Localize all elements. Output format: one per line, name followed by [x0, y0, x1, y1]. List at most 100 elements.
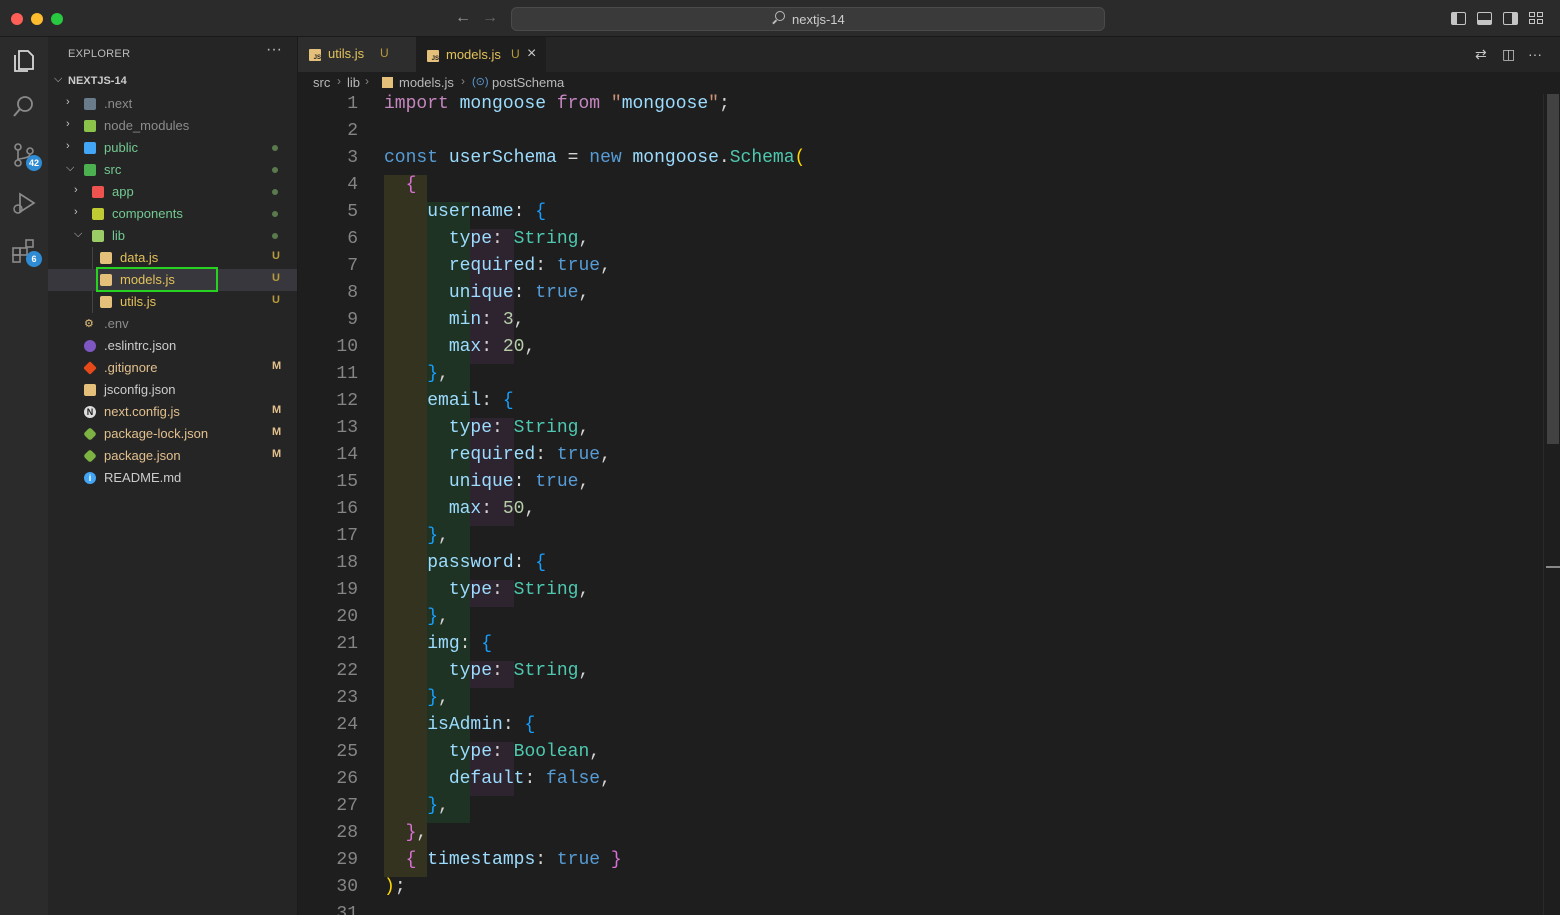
tab-status: U — [511, 47, 520, 61]
tab-models-js[interactable]: JS models.js U × — [416, 37, 546, 72]
tree-item-components[interactable]: › components — [48, 203, 297, 225]
breadcrumb-symbol[interactable]: postSchema — [492, 75, 564, 90]
line-number: 6 — [347, 229, 358, 249]
extensions-icon[interactable]: 6 — [10, 237, 42, 267]
tree-item-src[interactable]: ⌵ src — [48, 159, 297, 181]
env-file-icon: ⚙ — [84, 318, 94, 330]
chevron-down-icon: ⌵ — [74, 228, 83, 240]
open-changes-icon[interactable]: ⇄ — [1475, 46, 1487, 63]
title-bar: ← → nextjs-14 — [0, 0, 1560, 37]
lib-folder-icon — [92, 230, 104, 242]
line-number: 9 — [347, 310, 358, 330]
tree-item-package-lock[interactable]: package-lock.json M — [48, 423, 297, 445]
code-editor[interactable]: 1 import mongoose from "mongoose"; 2 3 const… — [298, 94, 1543, 915]
tree-item-label: package-lock.json — [104, 426, 209, 441]
split-editor-icon[interactable]: ◫ — [1502, 46, 1515, 63]
explorer-more-icon[interactable]: ··· — [266, 41, 282, 59]
line-number: 26 — [336, 769, 358, 789]
line-number: 27 — [336, 796, 358, 816]
run-debug-icon[interactable] — [10, 189, 38, 217]
tree-item-public[interactable]: › public — [48, 137, 297, 159]
tree-item-eslintrc[interactable]: .eslintrc.json — [48, 335, 297, 357]
line-number: 16 — [336, 499, 358, 519]
customize-layout-icon[interactable] — [1529, 12, 1544, 25]
chevron-right-icon: › — [74, 206, 78, 218]
scrollbar-thumb[interactable] — [1547, 94, 1559, 444]
tab-utils-js[interactable]: JS utils.js U — [298, 37, 416, 72]
code-line: required: true, — [448, 445, 611, 465]
tree-item-readme[interactable]: i README.md — [48, 467, 297, 489]
back-arrow-icon[interactable]: ← — [455, 9, 471, 27]
tree-item-label: app — [112, 184, 134, 199]
maximize-window-button[interactable] — [51, 13, 63, 25]
tree-item-label: jsconfig.json — [104, 382, 176, 397]
tree-item-models-js[interactable]: models.js U — [48, 269, 297, 291]
tree-item-utils-js[interactable]: utils.js U — [48, 291, 297, 313]
tree-item-label: lib — [112, 228, 126, 243]
editor-scrollbar[interactable] — [1543, 94, 1560, 915]
chevron-right-icon: › — [461, 74, 465, 88]
command-center-search[interactable]: nextjs-14 — [511, 7, 1105, 31]
tree-item-env[interactable]: ⚙ .env — [48, 313, 297, 335]
toggle-primary-sidebar-icon[interactable] — [1451, 12, 1466, 25]
minimize-window-button[interactable] — [31, 13, 43, 25]
tree-root-folder[interactable]: ⌵ NEXTJS-14 — [48, 70, 297, 92]
tree-item-data-js[interactable]: data.js U — [48, 247, 297, 269]
tree-item-label: .eslintrc.json — [104, 338, 177, 353]
line-number: 28 — [336, 823, 358, 843]
source-control-icon[interactable]: 42 — [10, 141, 42, 171]
line-number: 3 — [347, 148, 358, 168]
explorer-icon[interactable] — [10, 47, 38, 75]
line-number: 8 — [347, 283, 358, 303]
line-number: 12 — [336, 391, 358, 411]
toggle-panel-icon[interactable] — [1477, 12, 1492, 25]
tree-item-jsconfig[interactable]: jsconfig.json — [48, 379, 297, 401]
chevron-right-icon: › — [365, 74, 369, 88]
tree-item-next[interactable]: › .next — [48, 93, 297, 115]
close-icon[interactable]: × — [527, 45, 536, 63]
code-line: }, — [427, 796, 449, 816]
code-line: min: 3, — [448, 310, 525, 330]
code-line: { — [405, 175, 417, 195]
editor-tabs: JS utils.js U JS models.js U × ⇄ ◫ ··· — [298, 37, 1560, 72]
tree-item-lib[interactable]: ⌵ lib — [48, 225, 297, 247]
tree-item-app[interactable]: › app — [48, 181, 297, 203]
close-window-button[interactable] — [11, 13, 23, 25]
tree-item-gitignore[interactable]: .gitignore M — [48, 357, 297, 379]
tree-item-node-modules[interactable]: › node_modules — [48, 115, 297, 137]
scrollbar-cursor-marker — [1546, 566, 1560, 568]
git-icon — [83, 361, 97, 375]
public-folder-icon — [84, 142, 96, 154]
code-line: const userSchema = new mongoose.Schema( — [384, 148, 806, 168]
js-file-icon — [100, 252, 112, 264]
tree-item-label: README.md — [104, 470, 182, 485]
line-number: 20 — [336, 607, 358, 627]
line-number: 21 — [336, 634, 358, 654]
npm-icon — [83, 427, 97, 441]
toggle-secondary-sidebar-icon[interactable] — [1503, 12, 1518, 25]
tree-item-next-config[interactable]: N next.config.js M — [48, 401, 297, 423]
more-actions-icon[interactable]: ··· — [1528, 46, 1542, 62]
code-line: password: { — [427, 553, 547, 573]
forward-arrow-icon[interactable]: → — [482, 9, 498, 27]
src-folder-icon — [84, 164, 96, 176]
breadcrumb-file[interactable]: models.js — [399, 75, 454, 90]
js-file-icon — [100, 296, 112, 308]
npm-icon — [83, 449, 97, 463]
breadcrumb-src[interactable]: src — [313, 75, 330, 90]
app-folder-icon — [92, 186, 104, 198]
modified-dot-icon — [272, 189, 278, 195]
search-icon[interactable] — [10, 93, 38, 121]
line-number: 5 — [347, 202, 358, 222]
tree-item-label: data.js — [120, 250, 159, 265]
nextjs-icon: N — [84, 406, 96, 418]
tab-status: U — [380, 46, 389, 60]
tree-item-package-json[interactable]: package.json M — [48, 445, 297, 467]
code-line: ); — [384, 877, 406, 897]
untracked-status: U — [272, 294, 280, 306]
code-line: default: false, — [448, 769, 611, 789]
chevron-right-icon: › — [74, 184, 78, 196]
breadcrumb-lib[interactable]: lib — [347, 75, 360, 90]
command-center-text: nextjs-14 — [792, 12, 845, 27]
code-line: }, — [427, 526, 449, 546]
